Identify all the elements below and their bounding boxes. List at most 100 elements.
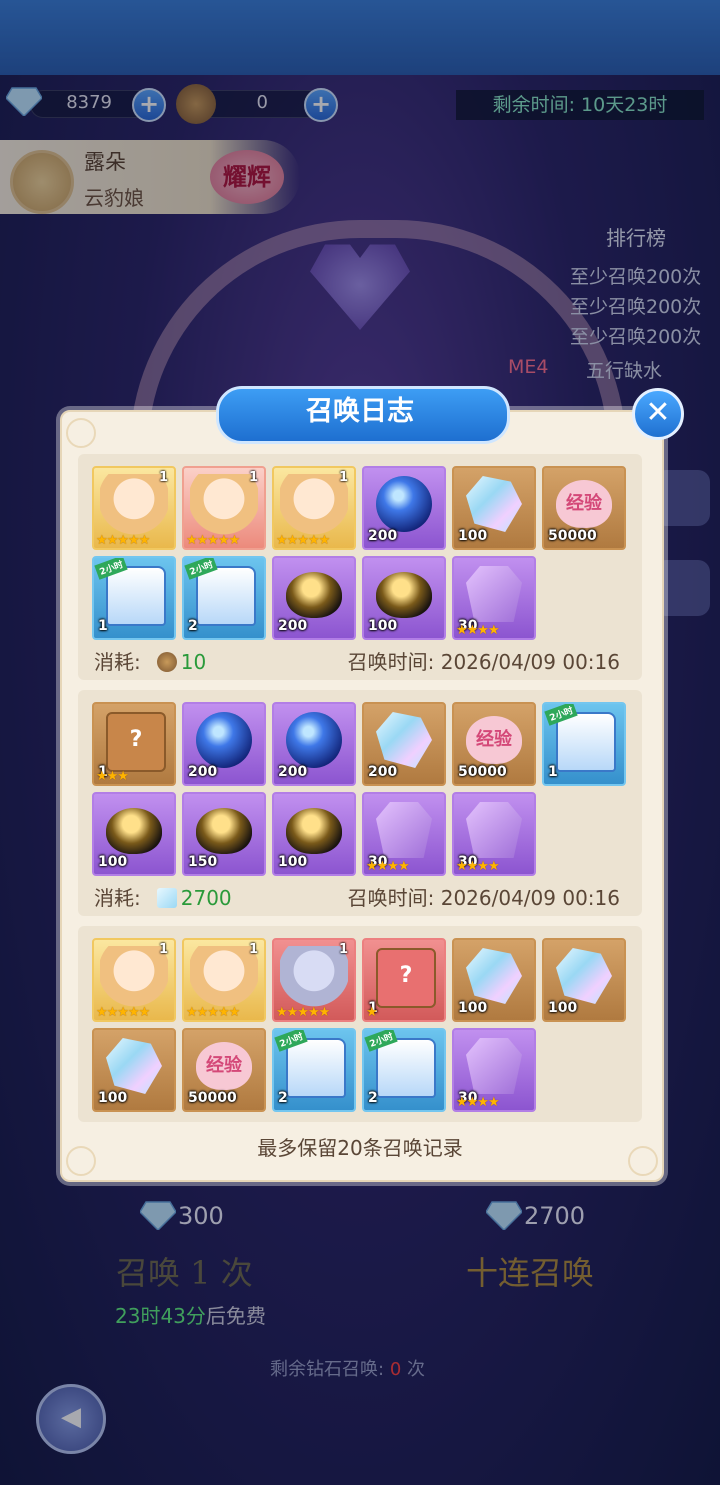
golden-egg-icon (286, 572, 342, 618)
diamond-icon (156, 888, 177, 908)
summon-record: 1 ★★★★★ 1 ★★★★★ 1 ★★★★★? 1 ★ 100 100 100 经验 50000 2小时… (78, 926, 642, 1122)
reward-item[interactable]: ? 1 ★ (362, 938, 446, 1022)
reward-item[interactable]: 200 (362, 466, 446, 550)
reward-item[interactable]: 30 ★★★★ (452, 556, 536, 640)
reward-item[interactable]: 2小时 1 (542, 702, 626, 786)
reward-item[interactable]: 30 ★★★★ (452, 1028, 536, 1112)
star-rating: ★★★★ (456, 1095, 500, 1110)
reward-item[interactable]: 经验 50000 (542, 466, 626, 550)
reward-item[interactable]: 1 ★★★★★ (272, 938, 356, 1022)
exp-heart-icon: 经验 (196, 1042, 252, 1090)
summon-time: 召唤时间: 2026/04/09 00:16 (348, 646, 620, 675)
reward-item[interactable]: 1 ★★★★★ (272, 466, 356, 550)
reward-item[interactable]: 100 (542, 938, 626, 1022)
treasure-chest-icon (106, 566, 166, 626)
reward-item[interactable]: 经验 50000 (182, 1028, 266, 1112)
summon-record: 1 ★★★★★ 1 ★★★★★ 1 ★★★★★ 200 100 经验 50000 2小时 1 2小时 2 2… (78, 454, 642, 680)
acorn-token-icon (156, 652, 177, 672)
reward-item[interactable]: 1 ★★★★★ (92, 466, 176, 550)
hero-portrait (280, 474, 348, 536)
item-quantity: 100 (278, 854, 308, 870)
item-quantity: 100 (368, 618, 398, 634)
hero-shard-icon (466, 802, 522, 858)
item-level: 1 (248, 470, 258, 485)
item-quantity: 200 (368, 764, 398, 780)
star-rating: ★★★★★ (276, 533, 330, 548)
star-rating: ★★★★★ (96, 1005, 150, 1020)
item-level: 1 (158, 470, 168, 485)
reward-item[interactable]: 200 (182, 702, 266, 786)
reward-item[interactable]: 100 (92, 1028, 176, 1112)
reward-item[interactable]: 1 ★★★★★ (182, 466, 266, 550)
time-label: 召唤时间: (347, 650, 435, 674)
close-button[interactable]: ✕ (632, 388, 684, 440)
exp-heart-icon: 经验 (466, 716, 522, 764)
reward-item[interactable]: 2小时 2 (272, 1028, 356, 1112)
reward-item[interactable]: 200 (272, 556, 356, 640)
reward-item[interactable]: 30 ★★★★ (362, 792, 446, 876)
record-meta: 消耗: 10 召唤时间: 2026/04/09 00:16 (94, 646, 634, 676)
hero-portrait (100, 946, 168, 1008)
golden-egg-icon (196, 808, 252, 854)
time-value: 2026/04/09 00:16 (440, 886, 620, 910)
item-quantity: 2 (188, 618, 198, 634)
dialog-title: 召唤日志 (306, 396, 414, 427)
reward-item[interactable]: 100 (92, 792, 176, 876)
hero-portrait (190, 946, 258, 1008)
reward-item[interactable]: 200 (272, 702, 356, 786)
cost-value: 2700 (180, 886, 232, 910)
item-quantity: 150 (188, 854, 218, 870)
reward-item[interactable]: 30 ★★★★ (452, 792, 536, 876)
item-quantity: 1 (548, 764, 558, 780)
gold-chest-icon (286, 1038, 346, 1098)
reward-item[interactable]: 150 (182, 792, 266, 876)
item-quantity: 200 (278, 764, 308, 780)
diamond-icon (376, 712, 432, 768)
item-level: 1 (158, 942, 168, 957)
item-level: 1 (338, 942, 348, 957)
reward-item[interactable]: 100 (452, 466, 536, 550)
item-level: 1 (338, 470, 348, 485)
star-rating: ★★★ (96, 769, 129, 784)
star-rating: ★★★★★ (276, 1005, 330, 1020)
time-label: 召唤时间: (347, 886, 435, 910)
cost-label: 消耗: (94, 886, 141, 910)
item-quantity: 100 (458, 1000, 488, 1016)
reward-item[interactable]: 经验 50000 (452, 702, 536, 786)
reward-item[interactable]: 100 (362, 556, 446, 640)
item-quantity: 2 (278, 1090, 288, 1106)
hero-shard-icon (376, 802, 432, 858)
reward-item[interactable]: 1 ★★★★★ (92, 938, 176, 1022)
diamond-icon (466, 948, 522, 1004)
reward-item[interactable]: 2小时 2 (182, 556, 266, 640)
golden-egg-icon (286, 808, 342, 854)
item-quantity: 100 (98, 854, 128, 870)
hero-shard-icon (466, 1038, 522, 1094)
star-orb-icon (286, 712, 342, 768)
item-quantity: 50000 (458, 764, 507, 780)
record-limit-note: 最多保留20条召唤记录 (257, 1136, 463, 1160)
summon-time: 召唤时间: 2026/04/09 00:16 (348, 882, 620, 911)
star-rating: ★★★★ (456, 623, 500, 638)
golden-egg-icon (376, 572, 432, 618)
item-quantity: 50000 (188, 1090, 237, 1106)
star-rating: ★★★★★ (186, 533, 240, 548)
reward-item[interactable]: 200 (362, 702, 446, 786)
treasure-chest-icon (556, 712, 616, 772)
exp-heart-icon: 经验 (556, 480, 612, 528)
reward-item[interactable]: 100 (452, 938, 536, 1022)
reward-item[interactable]: 2小时 1 (92, 556, 176, 640)
golden-egg-icon (106, 808, 162, 854)
summon-record-list[interactable]: 1 ★★★★★ 1 ★★★★★ 1 ★★★★★ 200 100 经验 50000 2小时 1 2小时 2 2… (78, 446, 642, 1122)
mystery-box-icon: ? (376, 948, 436, 1008)
reward-item[interactable]: 100 (272, 792, 356, 876)
reward-item[interactable]: ? 1 ★★★ (92, 702, 176, 786)
item-quantity: 2 (368, 1090, 378, 1106)
hero-portrait (100, 474, 168, 536)
hero-portrait (190, 474, 258, 536)
gold-chest-icon (376, 1038, 436, 1098)
reward-item[interactable]: 1 ★★★★★ (182, 938, 266, 1022)
summon-record: ? 1 ★★★ 200 200 200 经验 50000 2小时 1 100 150 100 30 ★★★★… (78, 690, 642, 916)
record-meta: 消耗: 2700 召唤时间: 2026/04/09 00:16 (94, 882, 634, 912)
reward-item[interactable]: 2小时 2 (362, 1028, 446, 1112)
